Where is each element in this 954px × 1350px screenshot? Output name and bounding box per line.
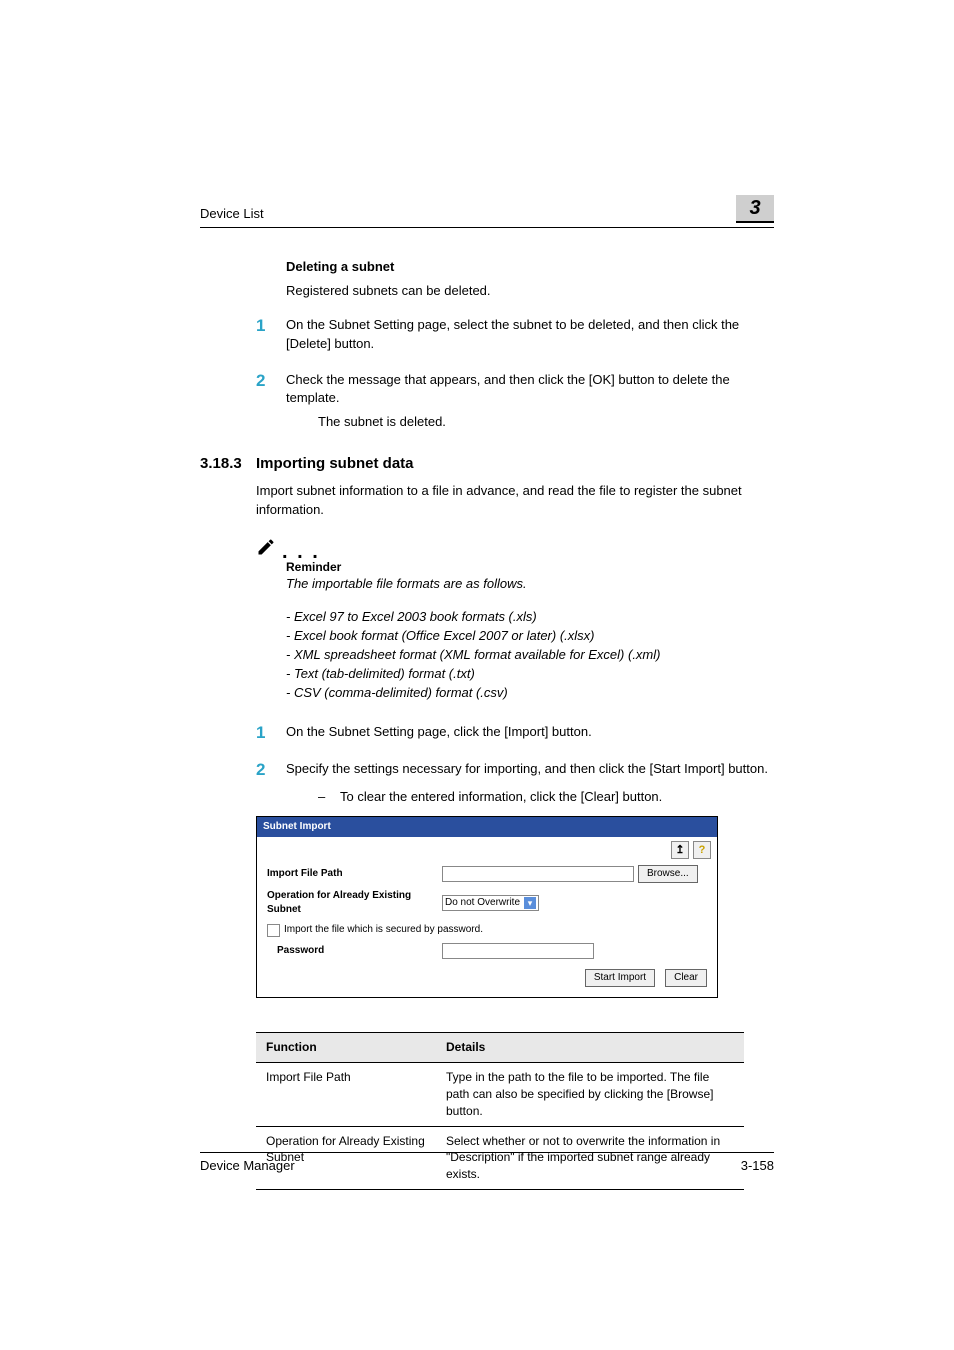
reminder-item: - Excel 97 to Excel 2003 book formats (.…: [286, 608, 774, 626]
page-footer: Device Manager 3-158: [200, 1152, 774, 1175]
table-header-function: Function: [256, 1033, 436, 1063]
import-file-path-label: Import File Path: [267, 867, 442, 881]
content-area: Deleting a subnet Registered subnets can…: [200, 258, 774, 1190]
import-step-2: 2 Specify the settings necessary for imp…: [256, 758, 774, 782]
section-title: Importing subnet data: [256, 453, 774, 474]
delete-intro: Registered subnets can be deleted.: [286, 282, 774, 300]
step-text: On the Subnet Setting page, select the s…: [286, 314, 774, 352]
note-icon-row: . . .: [256, 537, 774, 557]
secure-import-checkbox[interactable]: [267, 924, 280, 937]
running-header: Device List: [200, 205, 774, 228]
page: Device List 3 Deleting a subnet Register…: [0, 0, 954, 1350]
table-cell-details: Type in the path to the file to be impor…: [436, 1063, 744, 1126]
sub-bullet-text: To clear the entered information, click …: [340, 788, 662, 806]
browse-button[interactable]: Browse...: [638, 865, 698, 883]
delete-result: The subnet is deleted.: [318, 413, 774, 431]
heading-importing-subnet: 3.18.3 Importing subnet data: [200, 453, 774, 474]
table-cell-function: Import File Path: [256, 1063, 436, 1126]
step-number: 2: [256, 369, 286, 407]
operation-select[interactable]: Do not Overwrite ▾: [442, 895, 539, 911]
operation-select-value: Do not Overwrite: [445, 896, 520, 910]
step-text: Check the message that appears, and then…: [286, 369, 774, 407]
clear-button[interactable]: Clear: [665, 969, 707, 987]
reminder-item: - Text (tab-delimited) format (.txt): [286, 665, 774, 683]
ellipsis-icon: . . .: [282, 547, 320, 557]
step-text: On the Subnet Setting page, click the [I…: [286, 721, 774, 745]
footer-right: 3-158: [741, 1157, 774, 1175]
password-label: Password: [267, 944, 442, 958]
table-header-details: Details: [436, 1033, 744, 1063]
delete-step-1: 1 On the Subnet Setting page, select the…: [256, 314, 774, 352]
screenshot-title: Subnet Import: [257, 817, 717, 837]
password-input[interactable]: [442, 943, 594, 959]
footer-left: Device Manager: [200, 1157, 295, 1175]
import-file-path-input[interactable]: [442, 866, 634, 882]
reminder-block: . . . Reminder The importable file forma…: [256, 537, 774, 703]
delete-step-2: 2 Check the message that appears, and th…: [256, 369, 774, 407]
table-header-row: Function Details: [256, 1033, 744, 1063]
step-number: 1: [256, 314, 286, 352]
pencil-icon: [256, 537, 276, 557]
back-icon[interactable]: ↥: [671, 841, 689, 859]
import-sub-bullet: – To clear the entered information, clic…: [318, 788, 774, 806]
screenshot-subnet-import: Subnet Import ↥ ? Import File Path Brows…: [256, 816, 718, 998]
reminder-item: - Excel book format (Office Excel 2007 o…: [286, 627, 774, 645]
operation-label: Operation for Already Existing Subnet: [267, 889, 442, 917]
import-intro: Import subnet information to a file in a…: [256, 482, 774, 518]
help-icon[interactable]: ?: [693, 841, 711, 859]
screenshot-body: Import File Path Browse... Operation for…: [257, 859, 717, 997]
dash-icon: –: [318, 788, 340, 806]
screenshot-toolbar: ↥ ?: [257, 837, 717, 859]
reminder-item: - XML spreadsheet format (XML format ava…: [286, 646, 774, 664]
step-number: 2: [256, 758, 286, 782]
reminder-list: - Excel 97 to Excel 2003 book formats (.…: [286, 608, 774, 703]
secure-import-label: Import the file which is secured by pass…: [284, 923, 483, 937]
chevron-down-icon: ▾: [524, 897, 536, 909]
heading-deleting-subnet: Deleting a subnet: [286, 258, 774, 276]
section-number: 3.18.3: [200, 453, 256, 474]
table-row: Import File Path Type in the path to the…: [256, 1063, 744, 1126]
import-step-1: 1 On the Subnet Setting page, click the …: [256, 721, 774, 745]
breadcrumb: Device List: [200, 206, 264, 221]
reminder-label: Reminder: [286, 559, 774, 576]
start-import-button[interactable]: Start Import: [585, 969, 655, 987]
chapter-tab: 3: [736, 195, 774, 223]
step-number: 1: [256, 721, 286, 745]
reminder-item: - CSV (comma-delimited) format (.csv): [286, 684, 774, 702]
reminder-intro: The importable file formats are as follo…: [286, 575, 774, 593]
step-text: Specify the settings necessary for impor…: [286, 758, 774, 782]
